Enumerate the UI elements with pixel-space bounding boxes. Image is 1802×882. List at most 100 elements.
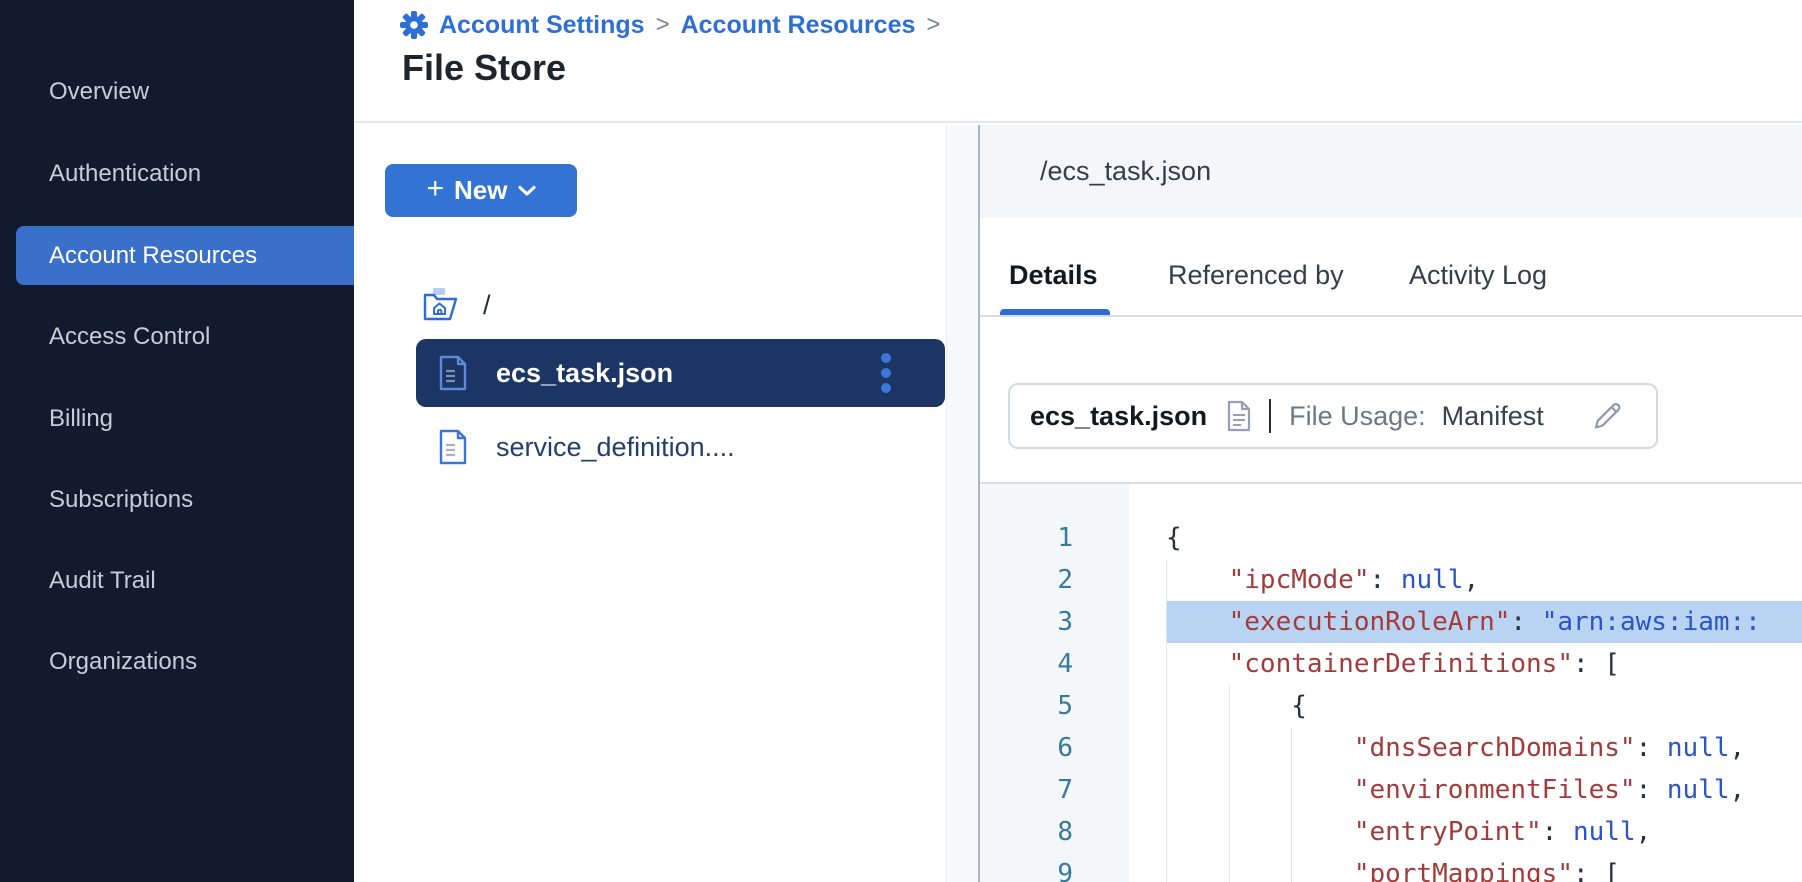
indent-guide	[1229, 853, 1292, 882]
code-line: 2 "ipcMode": null,	[980, 559, 1802, 601]
file-path: /ecs_task.json	[1040, 156, 1211, 187]
breadcrumb-account-resources[interactable]: Account Resources	[681, 11, 916, 40]
tabbar-border	[980, 315, 1802, 317]
code-line: 6 "dnsSearchDomains": null,	[980, 727, 1802, 769]
sidebar-item-label: Audit Trail	[49, 567, 156, 595]
file-path-header: /ecs_task.json	[980, 125, 1802, 218]
file-row-service_definition-[interactable]: service_definition....	[416, 413, 945, 481]
gear-icon	[400, 11, 428, 39]
page-header: Account Settings > Account Resources > F…	[354, 0, 1802, 123]
document-icon	[1225, 400, 1253, 432]
indent-guide	[1166, 811, 1229, 853]
tab-activity-log[interactable]: Activity Log	[1409, 255, 1547, 295]
indent-guide	[1166, 685, 1229, 727]
code-line: 9 "portMappings": [	[980, 853, 1802, 882]
code-line-content: "entryPoint": null,	[1166, 811, 1802, 853]
indent-guide	[1291, 769, 1354, 811]
line-number: 2	[980, 559, 1129, 601]
line-number: 8	[980, 811, 1129, 853]
sidebar-item-authentication[interactable]: Authentication	[0, 144, 354, 203]
indent-guide	[1166, 769, 1229, 811]
code-line: 5 {	[980, 685, 1802, 727]
file-tree-panel: + New /	[354, 125, 946, 882]
sidebar-item-label: Organizations	[49, 648, 197, 676]
root-folder-row[interactable]: /	[423, 283, 491, 327]
sidebar-item-label: Subscriptions	[49, 486, 193, 514]
sidebar-item-account-resources[interactable]: Account Resources	[16, 226, 354, 285]
file-info-card: ecs_task.json File Usage: Manifest	[1008, 383, 1658, 449]
indent-guide	[1291, 727, 1354, 769]
new-file-button[interactable]: + New	[385, 164, 577, 217]
code-line: 3 "executionRoleArn": "arn:aws:iam::	[980, 601, 1802, 643]
code-line-content: "dnsSearchDomains": null,	[1166, 727, 1802, 769]
sidebar-item-organizations[interactable]: Organizations	[0, 632, 354, 691]
line-number: 6	[980, 727, 1129, 769]
indent-guide	[1166, 559, 1229, 601]
chevron-down-icon	[518, 185, 536, 197]
card-divider	[1269, 399, 1271, 433]
edit-usage-pencil-icon[interactable]	[1590, 399, 1624, 433]
code-lines: 1 { 2 "ipcMode": null, 3 "executionRoleA…	[980, 517, 1802, 882]
code-line: 1 {	[980, 517, 1802, 559]
breadcrumb-separator: >	[656, 11, 670, 39]
file-icon	[438, 355, 468, 391]
sidebar-item-subscriptions[interactable]: Subscriptions	[0, 470, 354, 529]
file-icon	[438, 429, 468, 465]
code-line-content: "containerDefinitions": [	[1166, 643, 1802, 685]
indent-guide	[1229, 769, 1292, 811]
code-line-content: "environmentFiles": null,	[1166, 769, 1802, 811]
sidebar-item-access-control[interactable]: Access Control	[0, 307, 354, 366]
code-line-content: {	[1166, 685, 1802, 727]
code-line: 7 "environmentFiles": null,	[980, 769, 1802, 811]
plus-icon: +	[427, 174, 445, 204]
sidebar-item-label: Overview	[49, 78, 149, 106]
file-name-label: service_definition....	[496, 432, 735, 463]
line-number: 3	[980, 601, 1129, 643]
code-line-content: "portMappings": [	[1166, 853, 1802, 882]
sidebar-item-overview[interactable]: Overview	[0, 62, 354, 121]
code-viewer[interactable]: 1 { 2 "ipcMode": null, 3 "executionRoleA…	[980, 482, 1802, 882]
breadcrumb-separator: >	[926, 11, 940, 39]
file-usage-value: Manifest	[1442, 401, 1544, 432]
breadcrumb-account-settings[interactable]: Account Settings	[439, 11, 645, 40]
home-folder-icon	[423, 287, 463, 323]
code-line: 4 "containerDefinitions": [	[980, 643, 1802, 685]
sidebar-item-audit-trail[interactable]: Audit Trail	[0, 551, 354, 610]
sidebar-item-label: Authentication	[49, 160, 201, 188]
code-line-content: "ipcMode": null,	[1166, 559, 1802, 601]
indent-guide	[1291, 853, 1354, 882]
tab-details[interactable]: Details	[1009, 255, 1098, 295]
indent-guide	[1229, 727, 1292, 769]
file-name-label: ecs_task.json	[496, 358, 673, 389]
root-folder-label: /	[483, 290, 491, 321]
indent-guide	[1166, 727, 1229, 769]
indent-guide	[1166, 601, 1229, 643]
code-line: 8 "entryPoint": null,	[980, 811, 1802, 853]
line-number: 7	[980, 769, 1129, 811]
page-title: File Store	[402, 47, 566, 89]
indent-guide	[1229, 685, 1292, 727]
kebab-menu-icon[interactable]	[877, 349, 895, 397]
sidebar-item-label: Access Control	[49, 323, 210, 351]
new-button-label: New	[454, 175, 507, 206]
indent-guide	[1229, 811, 1292, 853]
line-number: 4	[980, 643, 1129, 685]
sidebar-item-label: Account Resources	[49, 242, 257, 270]
file-row-ecs_task-json[interactable]: ecs_task.json	[416, 339, 945, 407]
file-usage-label: File Usage:	[1289, 401, 1426, 432]
file-name: ecs_task.json	[1030, 401, 1207, 432]
settings-sidebar: Overview Authentication Account Resources A…	[0, 0, 354, 882]
tab-referenced-by[interactable]: Referenced by	[1168, 255, 1344, 295]
indent-guide	[1166, 643, 1229, 685]
file-tree-scrollbar[interactable]	[946, 125, 978, 882]
file-details-panel: /ecs_task.json Details Referenced by Activ…	[980, 125, 1802, 882]
details-tabbar: Details Referenced by Activity Log	[980, 218, 1802, 347]
line-number: 5	[980, 685, 1129, 727]
sidebar-item-billing[interactable]: Billing	[0, 389, 354, 448]
app-window: OverviewAuthenticationAccount ResourcesA…	[0, 0, 1802, 882]
code-line-content: "executionRoleArn": "arn:aws:iam::	[1166, 601, 1802, 643]
line-number: 9	[980, 853, 1129, 882]
sidebar-item-label: Billing	[49, 405, 113, 433]
breadcrumb: Account Settings > Account Resources >	[400, 9, 940, 41]
indent-guide	[1166, 853, 1229, 882]
